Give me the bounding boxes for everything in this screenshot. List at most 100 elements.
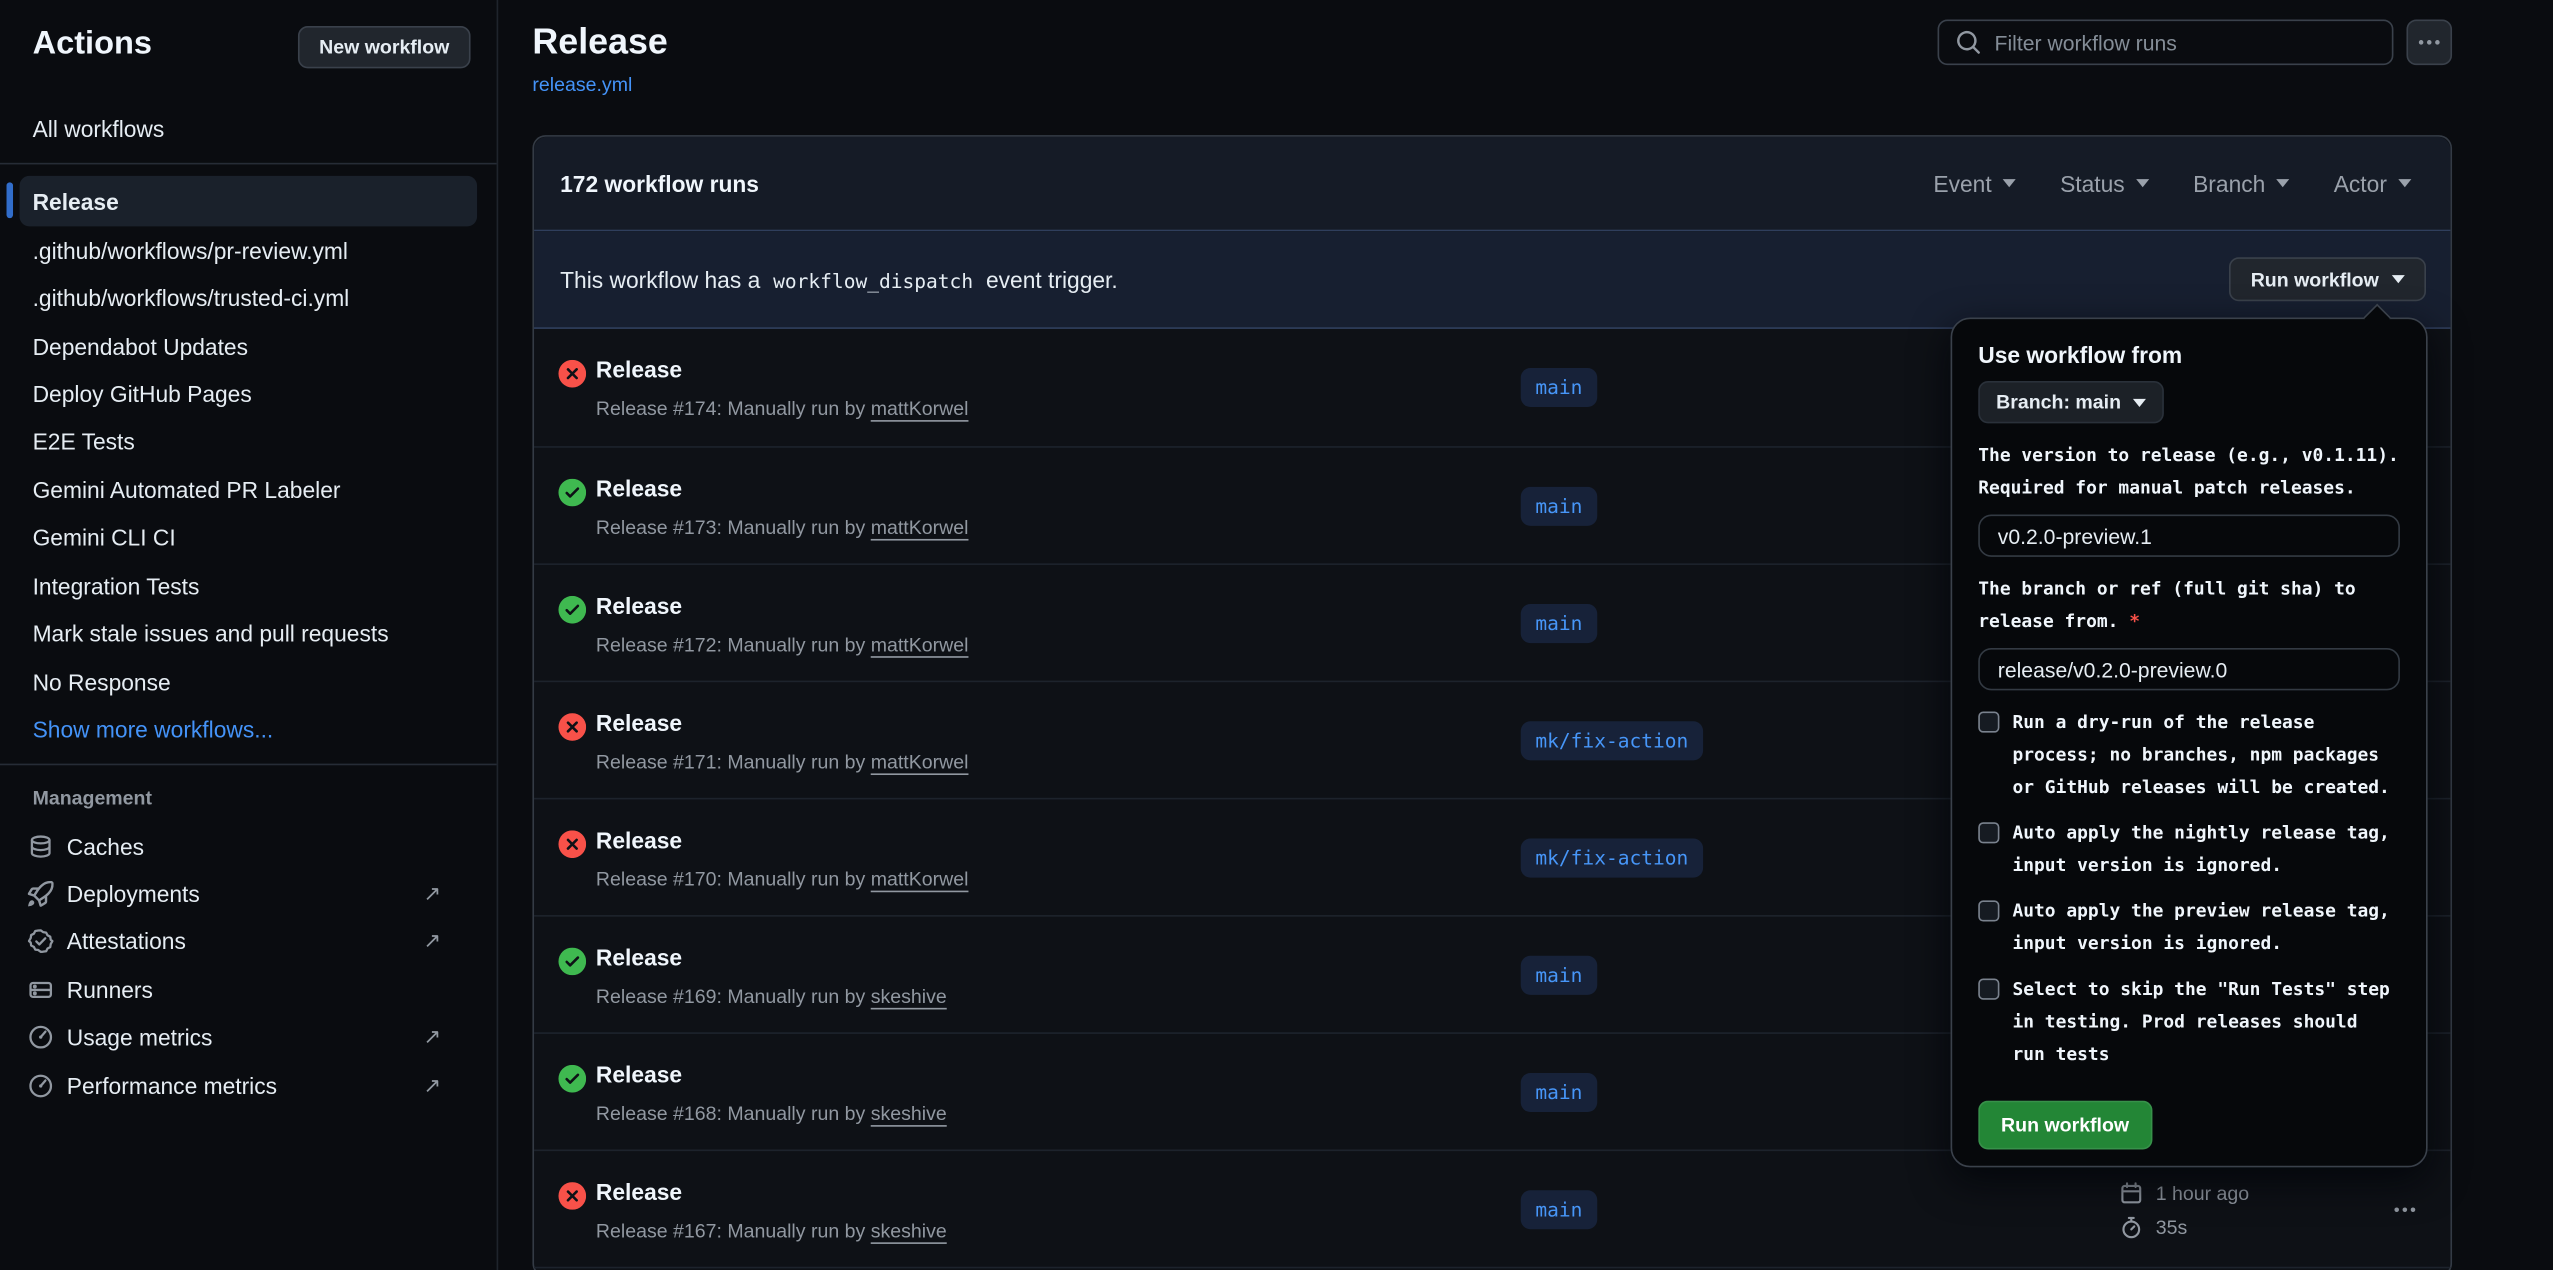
workflow-dispatch-code: workflow_dispatch: [767, 269, 980, 292]
required-asterisk: *: [2129, 611, 2140, 632]
sidebar-title: Actions: [33, 26, 152, 63]
new-workflow-button[interactable]: New workflow: [298, 26, 471, 68]
workflow-input-field: The version to release (e.g., v0.1.11). …: [1978, 440, 2400, 574]
sidebar-item-workflow[interactable]: Gemini CLI CI: [20, 514, 478, 562]
chevron-down-icon: [2392, 275, 2405, 283]
management-item[interactable]: Deployments↗: [20, 870, 478, 918]
filters-row: Event Status Branch Actor: [1933, 170, 2411, 196]
show-more-workflows-link[interactable]: Show more workflows...: [20, 706, 478, 754]
management-item[interactable]: Attestations↗: [20, 918, 478, 966]
sidebar-item-workflow[interactable]: Dependabot Updates: [20, 322, 478, 370]
management-nav-list: CachesDeployments↗Attestations↗ Runners Us…: [0, 822, 497, 1110]
branch-label[interactable]: main: [1521, 956, 1597, 995]
branch-label[interactable]: main: [1521, 487, 1597, 526]
success-icon: [558, 596, 586, 624]
checkbox[interactable]: [1978, 979, 1999, 1000]
run-actor-link[interactable]: skeshive: [871, 985, 947, 1008]
sidebar-item-workflow[interactable]: Mark stale issues and pull requests: [20, 610, 478, 658]
management-item[interactable]: Performance metrics↗: [20, 1062, 478, 1110]
checkbox-row: Select to skip the "Run Tests" step in t…: [1978, 974, 2400, 1072]
kebab-icon: [2416, 29, 2442, 55]
run-workflow-dropdown-button[interactable]: Run workflow: [2230, 257, 2426, 301]
sidebar-header: Actions New workflow: [0, 0, 497, 81]
run-description: Release #174: Manually run by mattKorwel: [596, 396, 969, 422]
chevron-down-icon: [2277, 179, 2290, 187]
server-icon: [28, 977, 54, 1003]
sidebar-item-workflow[interactable]: Integration Tests: [20, 562, 478, 610]
run-title-link[interactable]: Release: [596, 474, 682, 503]
management-item[interactable]: Usage metrics ↗: [20, 1014, 478, 1062]
sidebar-item-workflow[interactable]: No Response: [20, 658, 478, 706]
external-link-icon: ↗: [423, 1025, 441, 1051]
branch-label[interactable]: mk/fix-action: [1521, 839, 1703, 878]
run-actor-link[interactable]: skeshive: [871, 1102, 947, 1125]
run-title-link[interactable]: Release: [596, 591, 682, 620]
management-item[interactable]: Caches: [20, 822, 478, 870]
run-actor-link[interactable]: skeshive: [871, 1220, 947, 1243]
failure-icon: [558, 713, 586, 741]
management-section-label: Management: [33, 786, 497, 812]
panel-fields: The version to release (e.g., v0.1.11). …: [1978, 440, 2400, 707]
branch-label[interactable]: main: [1521, 1073, 1597, 1112]
sidebar-item-workflow[interactable]: Release: [20, 176, 478, 226]
run-description: Release #167: Manually run by skeshive: [596, 1218, 947, 1244]
field-text-input[interactable]: [1978, 515, 2400, 557]
management-item[interactable]: Runners: [20, 966, 478, 1014]
filter-label: Event: [1933, 170, 1991, 196]
run-actor-link[interactable]: mattKorwel: [871, 633, 969, 656]
branch-select-button[interactable]: Branch: main: [1978, 381, 2163, 423]
run-actor-link[interactable]: mattKorwel: [871, 751, 969, 774]
failure-icon: [558, 1182, 586, 1210]
success-icon: [558, 479, 586, 507]
filter-dropdown-event[interactable]: Event: [1933, 170, 2016, 196]
workflow-file-link[interactable]: release.yml: [532, 73, 632, 96]
checkbox[interactable]: [1978, 822, 1999, 843]
sidebar-item-workflow[interactable]: E2E Tests: [20, 418, 478, 466]
run-workflow-panel: Use workflow from Branch: main The versi…: [1951, 317, 2428, 1167]
branch-label[interactable]: main: [1521, 604, 1597, 643]
field-text-input[interactable]: [1978, 648, 2400, 690]
failure-icon: [558, 360, 586, 388]
panel-title: Use workflow from: [1978, 342, 2400, 368]
workflow-input-field: The branch or ref (full git sha) to rele…: [1978, 573, 2400, 707]
search-input[interactable]: [1995, 30, 2376, 54]
run-title-link[interactable]: Release: [596, 355, 682, 384]
external-link-icon: ↗: [423, 881, 441, 907]
run-actor-link[interactable]: mattKorwel: [871, 516, 969, 539]
run-kebab-icon[interactable]: [2392, 1197, 2418, 1223]
management-item-label: Usage metrics: [67, 1025, 213, 1051]
run-title-link[interactable]: Release: [596, 943, 682, 972]
run-workflow-submit-button[interactable]: Run workflow: [1978, 1101, 2152, 1150]
branch-label[interactable]: main: [1521, 1190, 1597, 1229]
branch-label[interactable]: mk/fix-action: [1521, 721, 1703, 760]
run-title-link[interactable]: Release: [596, 825, 682, 854]
sidebar-item-workflow[interactable]: Gemini Automated PR Labeler: [20, 466, 478, 514]
header-kebab-button[interactable]: [2406, 20, 2452, 66]
run-title-link[interactable]: Release: [596, 708, 682, 737]
branch-label[interactable]: main: [1521, 368, 1597, 407]
checkbox-label: Run a dry-run of the release process; no…: [2012, 707, 2400, 805]
external-link-icon: ↗: [423, 1073, 441, 1099]
management-item-label: Runners: [67, 977, 153, 1003]
filter-dropdown-actor[interactable]: Actor: [2334, 170, 2412, 196]
filter-dropdown-branch[interactable]: Branch: [2193, 170, 2290, 196]
checkbox[interactable]: [1978, 900, 1999, 921]
sidebar-item-all-workflows[interactable]: All workflows: [20, 104, 478, 153]
sidebar-item-workflow[interactable]: .github/workflows/trusted-ci.yml: [20, 274, 478, 322]
filter-label: Status: [2060, 170, 2125, 196]
run-actor-link[interactable]: mattKorwel: [871, 868, 969, 891]
sidebar-item-workflow[interactable]: Deploy GitHub Pages: [20, 370, 478, 418]
meter-icon: [28, 1025, 54, 1051]
filter-dropdown-status[interactable]: Status: [2060, 170, 2149, 196]
checkbox[interactable]: [1978, 712, 1999, 733]
sidebar-item-workflow[interactable]: .github/workflows/pr-review.yml: [20, 226, 478, 274]
run-description: Release #172: Manually run by mattKorwel: [596, 632, 969, 658]
stopwatch-icon: [2120, 1215, 2143, 1238]
filter-label: Actor: [2334, 170, 2387, 196]
calendar-icon: [2120, 1181, 2143, 1204]
run-title-link[interactable]: Release: [596, 1177, 682, 1206]
run-title-link[interactable]: Release: [596, 1060, 682, 1089]
run-actor-link[interactable]: mattKorwel: [871, 397, 969, 420]
search-icon: [1955, 29, 1981, 55]
filter-runs-searchbox[interactable]: [1938, 20, 2394, 66]
